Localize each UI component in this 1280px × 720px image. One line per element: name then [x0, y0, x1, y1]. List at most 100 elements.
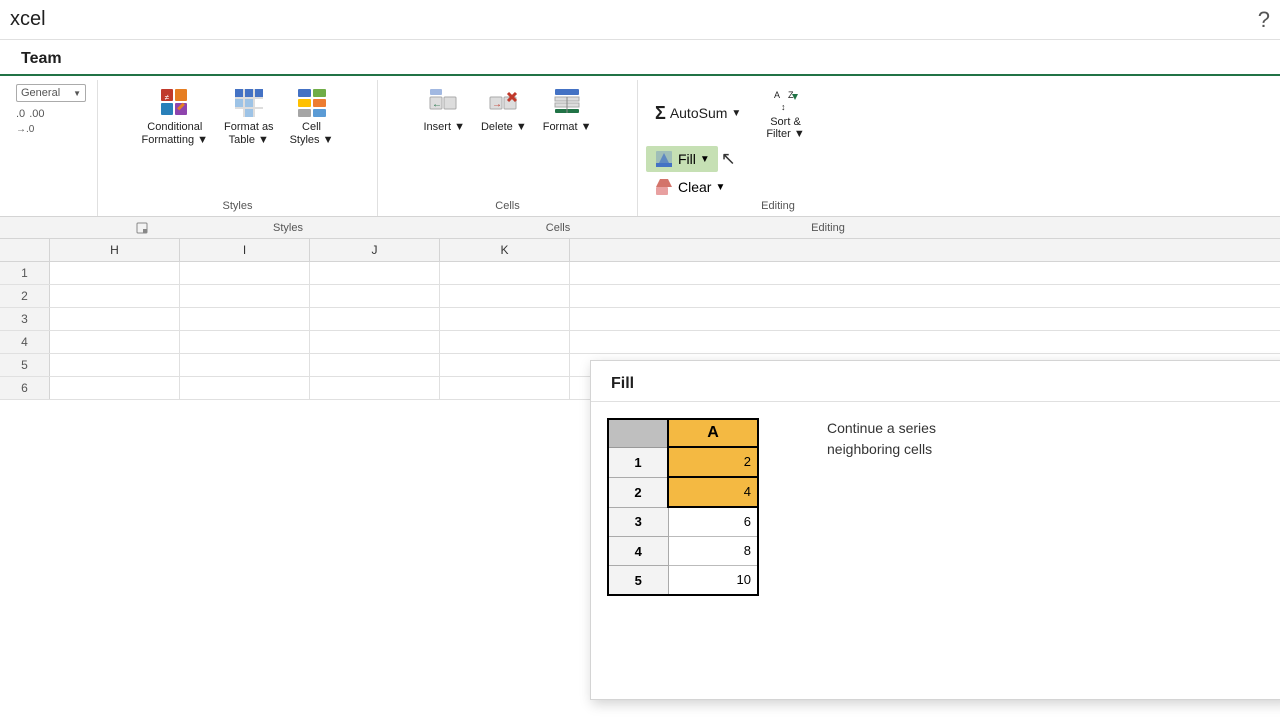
sort-filter-button[interactable]: A Z ↕ Sort &Filter ▼: [758, 82, 812, 144]
format-button[interactable]: Format ▼: [536, 82, 599, 139]
fill-button[interactable]: Fill ▼ ↖: [646, 146, 718, 172]
cell[interactable]: [310, 285, 440, 307]
number-format-dropdown[interactable]: General ▼: [16, 84, 86, 102]
cell[interactable]: [180, 377, 310, 399]
cell[interactable]: [180, 354, 310, 376]
delete-button[interactable]: → Delete ▼: [474, 82, 534, 139]
styles-group: ≠ ConditionalFormatting ▼: [98, 80, 378, 216]
preview-row-num: 1: [608, 447, 668, 477]
row-number: 2: [0, 285, 50, 307]
tooltip-description: Continue a seriesneighboring cells: [827, 418, 936, 460]
cells-group: ← Insert ▼ → Delete ▼: [378, 80, 638, 216]
row-number: 6: [0, 377, 50, 399]
cell[interactable]: [440, 377, 570, 399]
preview-cell: 6: [668, 507, 758, 537]
cell[interactable]: [310, 331, 440, 353]
preview-row-col: [608, 419, 668, 447]
conditional-formatting-label: ConditionalFormatting ▼: [142, 121, 209, 147]
delete-icon: →: [488, 87, 520, 119]
cell[interactable]: [310, 262, 440, 284]
cell[interactable]: [440, 262, 570, 284]
svg-text:A: A: [774, 90, 780, 100]
number-format-controls: .0 .00: [16, 108, 44, 120]
autosum-arrow-icon: ▼: [731, 108, 741, 119]
conditional-formatting-button[interactable]: ≠ ConditionalFormatting ▼: [135, 82, 216, 152]
cell[interactable]: [440, 331, 570, 353]
cursor-icon: ↖: [721, 149, 736, 170]
sort-filter-icon: A Z ↕: [772, 86, 800, 114]
cell[interactable]: [310, 377, 440, 399]
tab-team-label: Team: [21, 50, 62, 67]
cell[interactable]: [310, 308, 440, 330]
delete-label: Delete ▼: [481, 121, 527, 134]
format-as-table-icon: [233, 87, 265, 119]
insert-label: Insert ▼: [424, 121, 465, 134]
help-icon[interactable]: ?: [1258, 7, 1270, 33]
cell[interactable]: [180, 285, 310, 307]
format-as-table-label: Format asTable ▼: [224, 121, 274, 147]
autosum-sigma-icon: Σ: [655, 103, 666, 124]
col-header-I[interactable]: I: [180, 239, 310, 261]
num-arrow-left: →.0: [16, 124, 34, 135]
table-row[interactable]: 2: [0, 285, 1280, 308]
editing-section-label: Editing: [688, 222, 968, 234]
format-as-table-button[interactable]: Format asTable ▼: [217, 82, 281, 152]
clear-label: Clear: [678, 179, 711, 195]
num-decimal-label: .0: [16, 108, 25, 120]
styles-group-label: Styles: [223, 200, 253, 214]
cell[interactable]: [50, 331, 180, 353]
clear-button[interactable]: Clear ▼: [646, 174, 733, 200]
cells-section-label: Cells: [428, 222, 688, 234]
cell[interactable]: [180, 262, 310, 284]
cell[interactable]: [180, 331, 310, 353]
styles-section-label: Styles: [148, 222, 428, 234]
editing-group: Σ AutoSum ▼ A Z ↕ Sort &Filter ▼: [638, 80, 918, 216]
col-header-K[interactable]: K: [440, 239, 570, 261]
number-format-group: General ▼ .0 .00 →.0: [8, 80, 98, 216]
cell[interactable]: [50, 354, 180, 376]
insert-button[interactable]: ← Insert ▼: [417, 82, 472, 139]
row-number: 3: [0, 308, 50, 330]
preview-cell: 4: [668, 477, 758, 507]
svg-text:→: →: [492, 99, 502, 110]
cell[interactable]: [50, 285, 180, 307]
insert-icon: ←: [428, 87, 460, 119]
cell[interactable]: [310, 354, 440, 376]
cell[interactable]: [50, 308, 180, 330]
table-row[interactable]: 4: [0, 331, 1280, 354]
cell[interactable]: [440, 308, 570, 330]
sort-filter-label: Sort &Filter ▼: [766, 116, 804, 140]
clear-arrow-icon: ▼: [715, 182, 725, 193]
table-row[interactable]: 3: [0, 308, 1280, 331]
tooltip-desc-text: Continue a seriesneighboring cells: [827, 420, 936, 457]
table-row[interactable]: 1: [0, 262, 1280, 285]
tooltip-title: Fill: [591, 361, 1280, 402]
cell[interactable]: [440, 285, 570, 307]
col-header-H[interactable]: H: [50, 239, 180, 261]
cell-styles-label: CellStyles ▼: [290, 121, 334, 147]
autosum-label: AutoSum: [670, 105, 728, 121]
ribbon-labels-row: Styles Cells Editing: [0, 217, 1280, 239]
ribbon: General ▼ .0 .00 →.0: [0, 76, 1280, 217]
fill-label: Fill: [678, 151, 696, 167]
tab-team[interactable]: Team: [0, 43, 83, 74]
preview-table: A 12243648510: [607, 418, 759, 596]
preview-row-num: 3: [608, 507, 668, 537]
number-format-arrows: →.0: [16, 124, 34, 135]
preview-cell: 8: [668, 537, 758, 566]
fill-tooltip-popup: Fill A 12243648510 Continue a seriesneig…: [590, 360, 1280, 700]
cell[interactable]: [440, 354, 570, 376]
row-number: 1: [0, 262, 50, 284]
preview-cell: 10: [668, 566, 758, 596]
dialog-launcher[interactable]: [98, 222, 148, 234]
tooltip-preview: A 12243648510: [607, 418, 807, 596]
cell[interactable]: [50, 377, 180, 399]
cell[interactable]: [50, 262, 180, 284]
autosum-button[interactable]: Σ AutoSum ▼: [646, 98, 750, 129]
row-number: 5: [0, 354, 50, 376]
cell[interactable]: [180, 308, 310, 330]
row-number-header: [0, 239, 50, 261]
cell-styles-button[interactable]: CellStyles ▼: [283, 82, 341, 152]
col-header-J[interactable]: J: [310, 239, 440, 261]
preview-row-num: 5: [608, 566, 668, 596]
